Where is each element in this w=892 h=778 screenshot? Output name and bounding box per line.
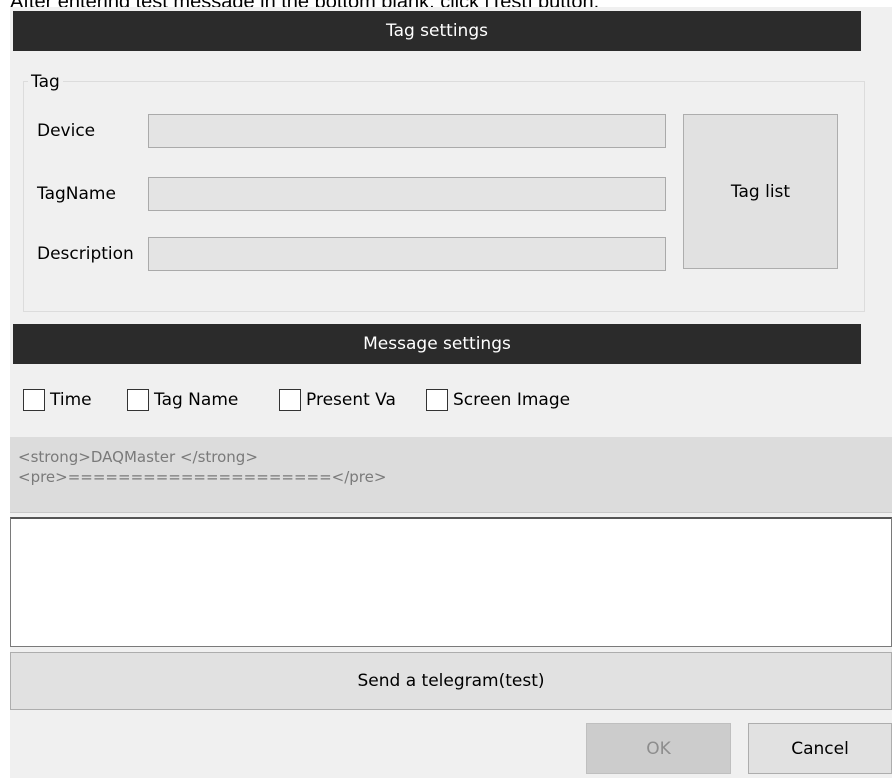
checkbox-present-value-label: Present Va	[306, 390, 396, 410]
template-line: <strong>DAQMaster </strong>	[18, 448, 258, 466]
device-field[interactable]	[148, 114, 666, 148]
checkbox-tag-name-label: Tag Name	[154, 390, 239, 410]
send-telegram-test-button[interactable]: Send a telegram(test)	[10, 652, 892, 710]
checkbox-tag-name[interactable]: Tag Name	[127, 388, 238, 412]
checkbox-present-value[interactable]: Present Va	[279, 388, 396, 412]
ok-button[interactable]: OK	[586, 723, 731, 774]
test-message-input[interactable]	[10, 517, 892, 647]
template-line: <pre>=====================</pre>	[18, 468, 387, 486]
cancel-button[interactable]: Cancel	[748, 723, 892, 774]
tag-list-button[interactable]: Tag list	[683, 114, 838, 269]
message-template-field[interactable]: <strong>DAQMaster </strong> <pre>=======…	[10, 437, 892, 513]
tag-message-dialog: Tag settings Tag Device TagName Descript…	[10, 7, 892, 778]
tagname-field[interactable]	[148, 177, 666, 211]
description-field[interactable]	[148, 237, 666, 271]
checkbox-box[interactable]	[127, 389, 149, 411]
checkbox-time-label: Time	[50, 390, 92, 410]
tagname-label: TagName	[37, 184, 116, 204]
checkbox-time[interactable]: Time	[23, 388, 92, 412]
tag-settings-header: Tag settings	[13, 11, 861, 51]
checkbox-box[interactable]	[426, 389, 448, 411]
checkbox-box[interactable]	[23, 389, 45, 411]
checkbox-screen-image-label: Screen Image	[453, 390, 571, 410]
device-label: Device	[37, 121, 96, 141]
checkbox-box[interactable]	[279, 389, 301, 411]
message-settings-header: Message settings	[13, 324, 861, 364]
tag-group-title: Tag	[28, 72, 63, 92]
description-label: Description	[37, 244, 134, 264]
checkbox-screen-image[interactable]: Screen Image	[426, 388, 570, 412]
